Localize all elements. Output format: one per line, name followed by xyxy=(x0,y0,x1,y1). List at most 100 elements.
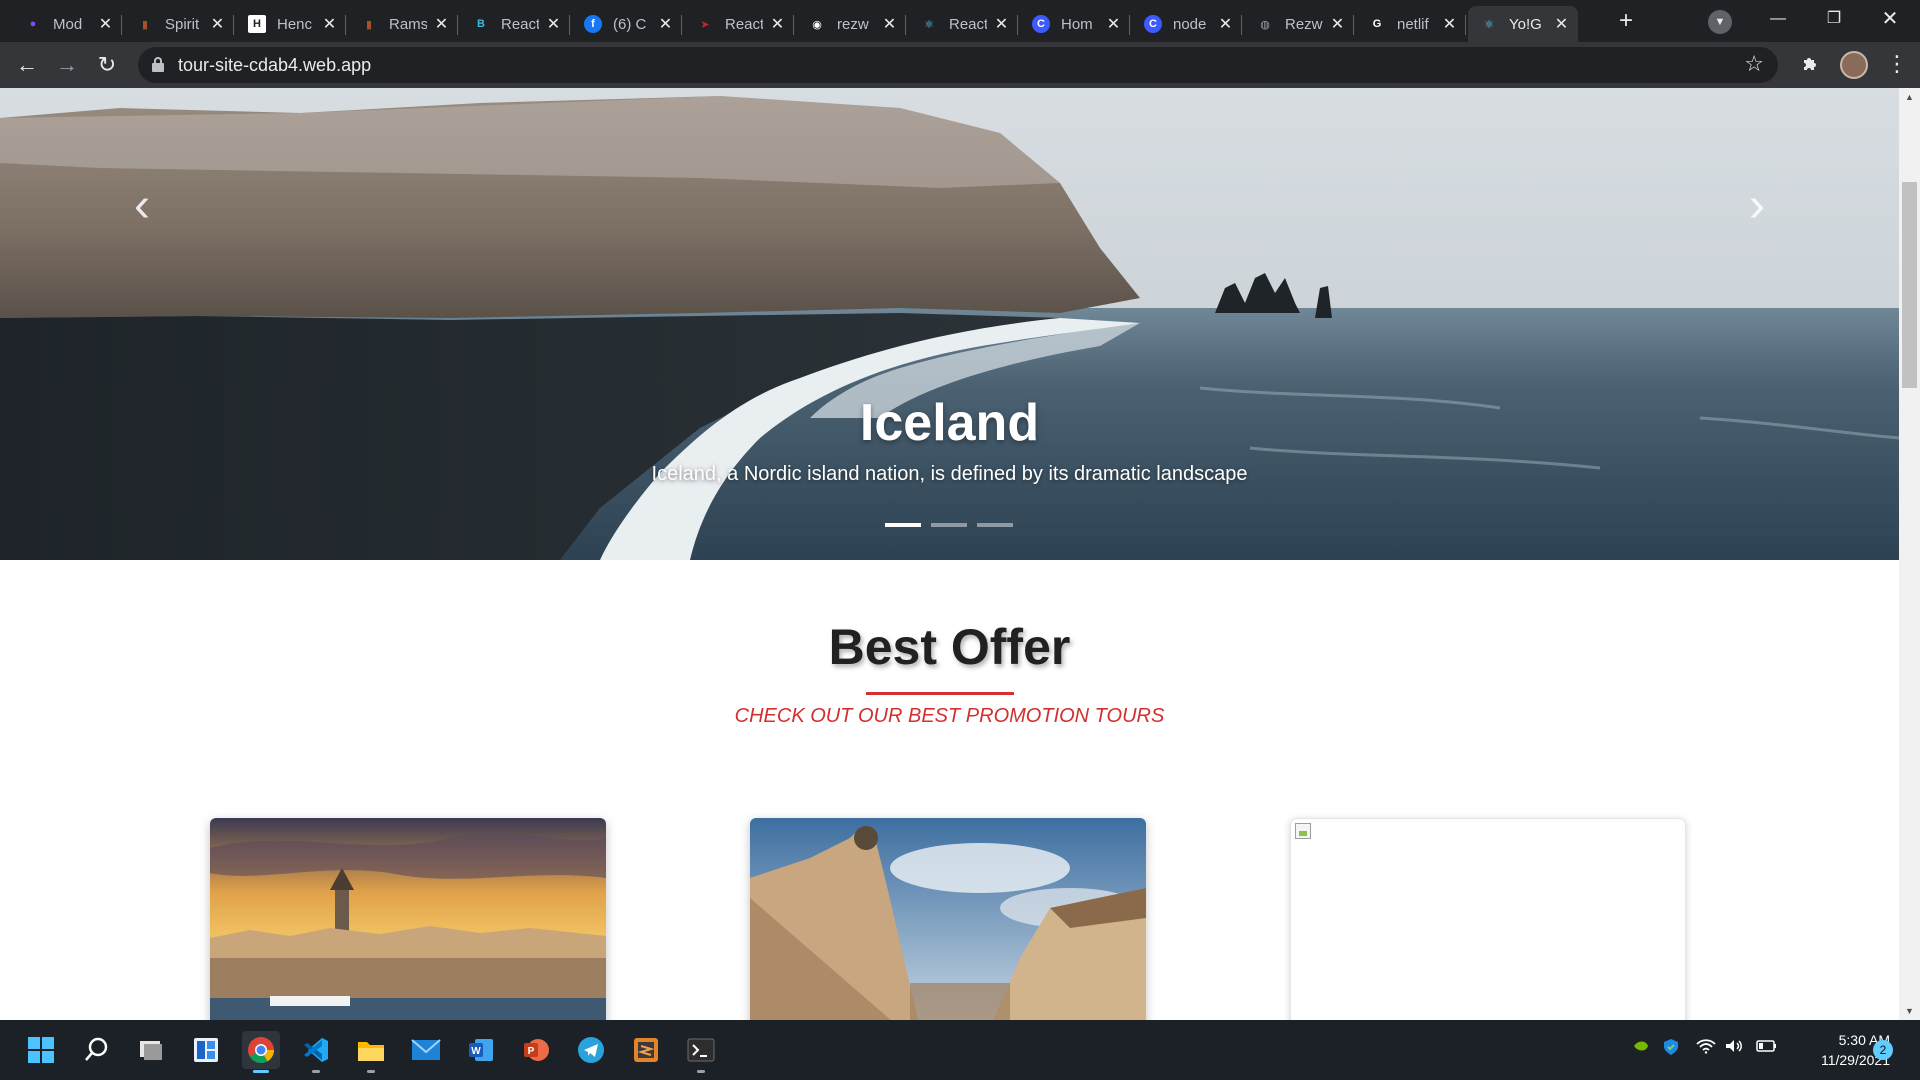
defender-shield-icon[interactable] xyxy=(1662,1038,1680,1059)
tab-separator xyxy=(1241,15,1242,35)
tab-separator xyxy=(1129,15,1130,35)
browser-tab[interactable]: ▮ Rams ✕ xyxy=(348,6,458,42)
tab-title: Hom xyxy=(1061,15,1093,33)
close-tab-icon[interactable]: ✕ xyxy=(1441,14,1458,34)
book-icon: ▮ xyxy=(141,18,149,31)
close-tab-icon[interactable]: ✕ xyxy=(1217,14,1234,34)
browser-tab[interactable]: ● Mod ✕ xyxy=(12,6,122,42)
scrollbar-thumb[interactable] xyxy=(1902,182,1917,388)
powerpoint-icon[interactable]: P xyxy=(517,1031,555,1069)
volume-icon[interactable] xyxy=(1724,1038,1744,1057)
bookmark-star-icon[interactable]: ☆ xyxy=(1744,51,1764,77)
section-subtitle: CHECK OUT OUR BEST PROMOTION TOURS xyxy=(734,705,1165,727)
url-text[interactable]: tour-site-cdab4.web.app xyxy=(178,55,371,76)
letter-h-icon: H xyxy=(248,15,266,33)
restore-button[interactable]: ❐ xyxy=(1806,0,1862,40)
landscape-image xyxy=(0,88,1899,560)
wifi-icon[interactable] xyxy=(1696,1038,1716,1057)
carousel-prev-button[interactable]: ‹ xyxy=(122,176,162,236)
browser-tab[interactable]: ◉ rezw ✕ xyxy=(796,6,906,42)
tab-separator xyxy=(233,15,234,35)
battery-icon[interactable] xyxy=(1754,1038,1778,1057)
tour-card-madrid[interactable] xyxy=(750,818,1146,1020)
title-underline xyxy=(866,692,1014,695)
page-scrollbar[interactable]: ▲ ▼ xyxy=(1899,88,1920,1020)
tab-title: React xyxy=(725,15,763,33)
close-tab-icon[interactable]: ✕ xyxy=(1553,14,1570,34)
extensions-puzzle-icon[interactable] xyxy=(1800,54,1820,79)
chrome-icon[interactable] xyxy=(242,1031,280,1073)
tab-strip: ● Mod ✕ ▮ Spirit ✕ H Henc ✕ ▮ Rams ✕ B React ✕ f (6) C ✕ ➤… xyxy=(0,0,1920,42)
letter-c-icon: C xyxy=(1144,15,1162,33)
notification-badge[interactable]: 2 xyxy=(1873,1040,1893,1060)
close-tab-icon[interactable]: ✕ xyxy=(97,14,114,34)
tab-title: Yo!G xyxy=(1509,15,1542,33)
close-tab-icon[interactable]: ✕ xyxy=(769,14,786,34)
browser-tab[interactable]: ◍ Rezw ✕ xyxy=(1244,6,1354,42)
close-tab-icon[interactable]: ✕ xyxy=(881,14,898,34)
widgets-icon[interactable] xyxy=(187,1031,225,1069)
terminal-icon[interactable] xyxy=(682,1031,720,1073)
file-explorer-icon[interactable] xyxy=(352,1031,390,1073)
nvidia-icon[interactable] xyxy=(1632,1038,1650,1057)
close-tab-icon[interactable]: ✕ xyxy=(433,14,450,34)
vscode-icon[interactable] xyxy=(297,1031,335,1073)
browser-tab[interactable]: ▮ Spirit ✕ xyxy=(124,6,234,42)
close-tab-icon[interactable]: ✕ xyxy=(545,14,562,34)
forward-button[interactable]: → xyxy=(52,50,82,80)
back-button[interactable]: ← xyxy=(12,50,42,80)
close-tab-icon[interactable]: ✕ xyxy=(1105,14,1122,34)
new-tab-button[interactable]: + xyxy=(1612,8,1640,36)
browser-tab[interactable]: Cnode ✕ xyxy=(1132,6,1242,42)
minimize-button[interactable]: — xyxy=(1750,0,1806,40)
carousel-indicator[interactable] xyxy=(931,523,967,527)
react-icon: ⚛ xyxy=(924,18,934,31)
address-bar[interactable]: tour-site-cdab4.web.app ☆ xyxy=(138,47,1778,83)
browser-tab[interactable]: ➤ React ✕ xyxy=(684,6,794,42)
close-window-button[interactable]: ✕ xyxy=(1862,0,1918,40)
tab-search-button[interactable]: ▼ xyxy=(1708,10,1732,34)
hero-carousel: ‹ › Iceland Iceland, a Nordic island nat… xyxy=(0,88,1899,560)
close-tab-icon[interactable]: ✕ xyxy=(1329,14,1346,34)
browser-tab[interactable]: B React ✕ xyxy=(460,6,570,42)
globe-icon: ◍ xyxy=(1260,18,1270,31)
tab-separator xyxy=(569,15,570,35)
tab-title: node xyxy=(1173,15,1207,33)
hero-subtitle: Iceland, a Nordic island nation, is defi… xyxy=(651,463,1248,485)
browser-tab[interactable]: H Henc ✕ xyxy=(236,6,346,42)
red-arrow-icon: ➤ xyxy=(700,18,710,31)
browser-tab[interactable]: C Hom ✕ xyxy=(1020,6,1130,42)
carousel-next-button[interactable]: › xyxy=(1737,176,1777,236)
svg-text:W: W xyxy=(471,1046,481,1057)
tab-title: Rams xyxy=(389,15,427,33)
profile-avatar[interactable] xyxy=(1840,51,1868,79)
section-title: Best Offer xyxy=(828,619,1071,675)
browser-tab[interactable]: ⚛ React ✕ xyxy=(908,6,1018,42)
search-icon[interactable] xyxy=(77,1031,115,1069)
browser-tab[interactable]: f (6) C ✕ xyxy=(572,6,682,42)
mail-icon[interactable] xyxy=(407,1031,445,1069)
word-icon[interactable]: W xyxy=(462,1031,500,1069)
sublime-icon[interactable] xyxy=(627,1031,665,1069)
tour-card-istanbul[interactable] xyxy=(210,818,606,1020)
scroll-up-arrow[interactable]: ▲ xyxy=(1905,92,1914,102)
task-view-icon[interactable] xyxy=(132,1031,170,1069)
carousel-indicator[interactable] xyxy=(885,523,921,527)
colorful-drop-icon: ● xyxy=(29,18,37,30)
browser-tab[interactable]: ⚛ Yo!G ✕ xyxy=(1468,6,1578,42)
close-tab-icon[interactable]: ✕ xyxy=(209,14,226,34)
windows-start-icon[interactable] xyxy=(22,1031,60,1069)
telegram-icon[interactable] xyxy=(572,1031,610,1069)
tour-card-broken[interactable] xyxy=(1290,818,1686,1020)
react-icon: ⚛ xyxy=(1484,18,1494,31)
reload-button[interactable]: ↻ xyxy=(92,50,122,80)
browser-menu-icon[interactable]: ⋮ xyxy=(1886,51,1908,77)
close-tab-icon[interactable]: ✕ xyxy=(321,14,338,34)
scroll-down-arrow[interactable]: ▼ xyxy=(1905,1006,1914,1016)
carousel-indicator[interactable] xyxy=(977,523,1013,527)
browser-tab[interactable]: Gnetlif ✕ xyxy=(1356,6,1466,42)
tab-separator xyxy=(681,15,682,35)
tab-title: React xyxy=(501,15,539,33)
close-tab-icon[interactable]: ✕ xyxy=(657,14,674,34)
close-tab-icon[interactable]: ✕ xyxy=(993,14,1010,34)
